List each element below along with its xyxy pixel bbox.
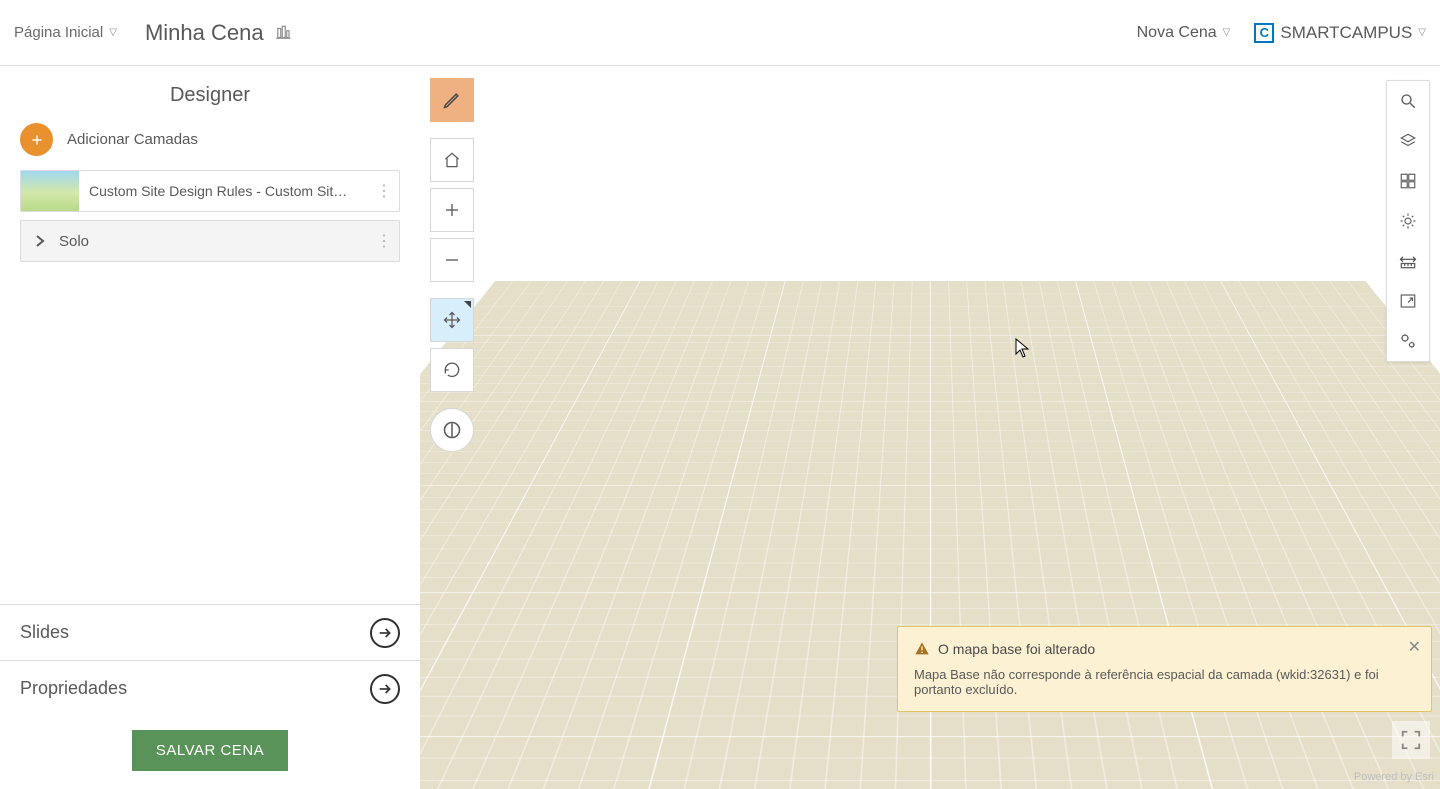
daylight-button[interactable]: [1387, 201, 1429, 241]
scene-tools-panel: [1386, 80, 1430, 362]
layers-button[interactable]: [1387, 121, 1429, 161]
arrow-right-circle-icon: [370, 674, 400, 704]
presentation-icon: [274, 24, 292, 42]
scene-title[interactable]: Minha Cena: [145, 20, 292, 46]
layer-name: Custom Site Design Rules - Custom Sit…: [79, 183, 369, 199]
zoom-out-button[interactable]: [430, 238, 474, 282]
close-icon[interactable]: ✕: [1408, 637, 1421, 657]
plus-circle-icon: [20, 123, 53, 156]
panel-title: Designer: [0, 66, 420, 121]
zoom-in-button[interactable]: [430, 188, 474, 232]
toast-title-row: O mapa base foi alterado: [914, 641, 1395, 657]
spacer: [0, 270, 420, 604]
toast-body: Mapa Base não corresponde à referência e…: [914, 667, 1395, 697]
compass-button[interactable]: [430, 408, 474, 452]
slides-label: Slides: [20, 622, 69, 643]
settings-button[interactable]: [1387, 321, 1429, 361]
layer-thumbnail: [21, 171, 79, 211]
new-scene-dropdown[interactable]: Nova Cena ▽: [1137, 24, 1231, 42]
add-layers-button[interactable]: Adicionar Camadas: [0, 121, 420, 170]
save-bar: SALVAR CENA: [0, 716, 420, 789]
save-scene-button[interactable]: SALVAR CENA: [132, 730, 288, 771]
properties-label: Propriedades: [20, 678, 127, 699]
chevron-down-icon: ▽: [109, 27, 117, 38]
measure-button[interactable]: [1387, 241, 1429, 281]
scene-title-text: Minha Cena: [145, 20, 264, 46]
chevron-down-icon: ▽: [1418, 27, 1426, 38]
home-label: Página Inicial: [14, 24, 103, 41]
new-scene-label: Nova Cena: [1137, 24, 1217, 42]
account-dropdown[interactable]: C SMARTCAMPUS ▽: [1254, 23, 1426, 43]
basemap-warning-toast: ✕ O mapa base foi alterado Mapa Base não…: [897, 626, 1432, 712]
arrow-right-circle-icon: [370, 618, 400, 648]
rotate-button[interactable]: [430, 348, 474, 392]
home-dropdown[interactable]: Página Inicial ▽: [14, 24, 117, 41]
ground-label: Solo: [59, 233, 369, 250]
view-toolbar: [430, 78, 474, 452]
share-button[interactable]: [1387, 281, 1429, 321]
header-left: Página Inicial ▽ Minha Cena: [14, 20, 292, 46]
account-name: SMARTCAMPUS: [1280, 23, 1412, 43]
basemap-button[interactable]: [1387, 161, 1429, 201]
chevron-down-icon: ▽: [1223, 27, 1231, 38]
pan-button[interactable]: [430, 298, 474, 342]
toast-title: O mapa base foi alterado: [938, 641, 1095, 657]
chevron-right-icon: [21, 234, 59, 248]
warning-icon: [914, 641, 930, 657]
scene-view[interactable]: ✕ O mapa base foi alterado Mapa Base não…: [420, 66, 1440, 789]
account-logo-icon: C: [1254, 23, 1274, 43]
header-right: Nova Cena ▽ C SMARTCAMPUS ▽: [1137, 23, 1426, 43]
home-extent-button[interactable]: [430, 138, 474, 182]
slides-accordion[interactable]: Slides: [0, 604, 420, 660]
edit-button[interactable]: [430, 78, 474, 122]
attribution: Powered by Esri: [1354, 771, 1434, 783]
app-header: Página Inicial ▽ Minha Cena Nova Cena ▽ …: [0, 0, 1440, 66]
layer-options-icon[interactable]: ⋮: [369, 181, 399, 201]
add-layers-label: Adicionar Camadas: [67, 131, 198, 148]
properties-accordion[interactable]: Propriedades: [0, 660, 420, 716]
ground-options-icon[interactable]: ⋮: [369, 231, 399, 251]
search-button[interactable]: [1387, 81, 1429, 121]
layer-item[interactable]: Custom Site Design Rules - Custom Sit… ⋮: [20, 170, 400, 212]
fullscreen-button[interactable]: [1392, 721, 1430, 759]
designer-panel: Designer Adicionar Camadas Custom Site D…: [0, 66, 420, 789]
ground-item[interactable]: Solo ⋮: [20, 220, 400, 262]
scene-ground-grid: [420, 281, 1440, 789]
